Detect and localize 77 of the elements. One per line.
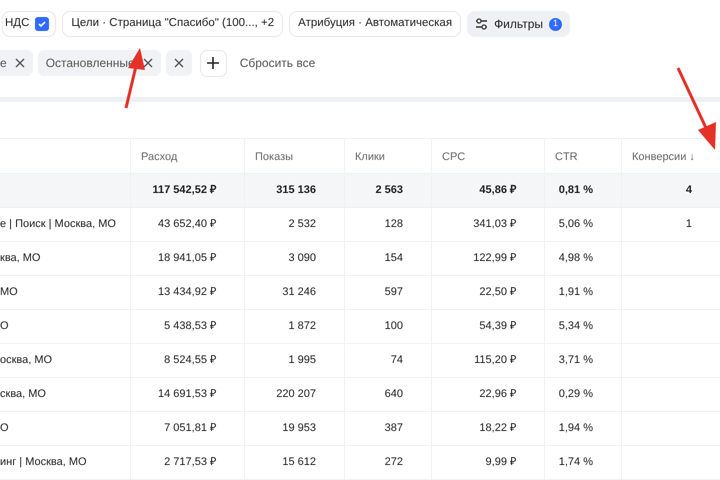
close-icon[interactable] xyxy=(14,58,25,68)
table-cell-text: 2 532 xyxy=(288,217,316,232)
column-header[interactable]: Расход xyxy=(141,151,178,163)
vat-checkbox-chip[interactable]: НДС xyxy=(2,11,56,37)
campaign-name: е | Поиск | Москва, МО xyxy=(0,217,116,232)
filter-chip[interactable]: Цели · Страница "Спасибо" (100..., +2 xyxy=(62,11,284,37)
count-badge: 1 xyxy=(549,18,562,30)
table-cell-text: 220 207 xyxy=(276,387,316,402)
table-cell-text: 18,22 ₽ xyxy=(479,421,516,436)
table-cell-text: 14 691,53 ₽ xyxy=(158,387,216,402)
close-icon[interactable] xyxy=(142,58,153,68)
campaign-name: осква, МО xyxy=(0,353,52,368)
campaign-name: МО xyxy=(0,285,18,300)
filter-tag[interactable]: е xyxy=(0,50,33,76)
table-cell-text: 0,29 % xyxy=(558,387,593,402)
table-cell-text: 45,86 ₽ xyxy=(479,183,516,198)
plus-icon xyxy=(207,57,220,69)
table-cell-text: 22,50 ₽ xyxy=(479,285,516,300)
add-button[interactable] xyxy=(200,50,227,76)
filter-tag[interactable] xyxy=(166,50,192,76)
table-cell-text: 597 xyxy=(384,285,403,300)
campaign-name: О xyxy=(0,319,9,334)
column-header[interactable]: CPC xyxy=(442,151,466,163)
checkbox[interactable] xyxy=(35,17,50,31)
sliders-icon xyxy=(475,18,488,30)
table-cell-text: 22,96 ₽ xyxy=(479,387,516,402)
table-cell-text: 117 542,52 ₽ xyxy=(152,183,216,198)
table-cell-text: 74 xyxy=(390,353,403,368)
table-cell-text: 115,20 ₽ xyxy=(474,353,516,368)
table-cell-text: 122,99 ₽ xyxy=(473,251,516,266)
table-cell-text: 640 xyxy=(384,387,403,402)
table-cell-text: 19 953 xyxy=(282,421,316,436)
filters-button[interactable]: Фильтры 1 xyxy=(467,11,570,37)
table-cell-text: 31 246 xyxy=(282,285,316,300)
campaign-name: сква, МО xyxy=(0,387,46,402)
table-cell-text: 15 612 xyxy=(282,455,316,470)
table-cell-text: 9,99 ₽ xyxy=(486,455,516,470)
table-cell-text: 154 xyxy=(384,251,403,266)
table-cell-text: 5 438,53 ₽ xyxy=(164,319,216,334)
column-header[interactable]: Конверсии ↓ xyxy=(632,151,695,163)
table-cell-text: 1,94 % xyxy=(558,421,593,436)
filter-chip[interactable]: Атрибуция · Автоматическая xyxy=(289,11,462,37)
column-header[interactable]: CTR xyxy=(555,151,578,163)
reset-link[interactable]: Сбросить все xyxy=(240,54,316,72)
column-header[interactable]: Клики xyxy=(355,151,385,163)
table-cell-text: 4 xyxy=(686,183,692,198)
table-cell-text: 43 652,40 ₽ xyxy=(158,217,216,232)
table-cell-text: 54,39 ₽ xyxy=(479,319,516,334)
table-cell-text: 2 717,53 ₽ xyxy=(164,455,216,470)
table-cell-text: 1 xyxy=(686,217,692,232)
table-cell-text: 1,91 % xyxy=(558,285,593,300)
table-cell-text: 8 524,55 ₽ xyxy=(164,353,216,368)
table-cell-text: 5,34 % xyxy=(558,319,593,334)
table-cell-text: 13 434,92 ₽ xyxy=(158,285,216,300)
table-cell-text: 5,06 % xyxy=(558,217,593,232)
table-cell-text: 1 872 xyxy=(288,319,316,334)
table-cell-text: 315 136 xyxy=(276,183,316,198)
table-cell-text: 387 xyxy=(384,421,403,436)
table-cell-text: 7 051,81 ₽ xyxy=(164,421,216,436)
table-cell-text: 1,74 % xyxy=(558,455,593,470)
table-cell-text: 1 995 xyxy=(288,353,316,368)
table-cell-text: 4,98 % xyxy=(558,251,593,266)
table-cell-text: 3,71 % xyxy=(558,353,593,368)
table-cell-text: 2 563 xyxy=(375,183,403,198)
table-cell-text: 3 090 xyxy=(288,251,316,266)
campaign-name: ква, МО xyxy=(0,251,40,266)
column-header[interactable]: Показы xyxy=(255,151,294,163)
table-cell-text: 18 941,05 ₽ xyxy=(158,251,216,266)
close-icon[interactable] xyxy=(174,58,184,68)
checkmark-icon xyxy=(37,19,48,29)
table-cell-text: 128 xyxy=(384,217,403,232)
table-cell-text: 100 xyxy=(384,319,403,334)
table-cell-text: 272 xyxy=(384,455,403,470)
campaign-name: инг | Москва, МО xyxy=(0,455,87,470)
table-cell-text: 0,81 % xyxy=(558,183,593,198)
campaign-name: О xyxy=(0,421,9,436)
table-cell-text: 341,03 ₽ xyxy=(473,217,516,232)
